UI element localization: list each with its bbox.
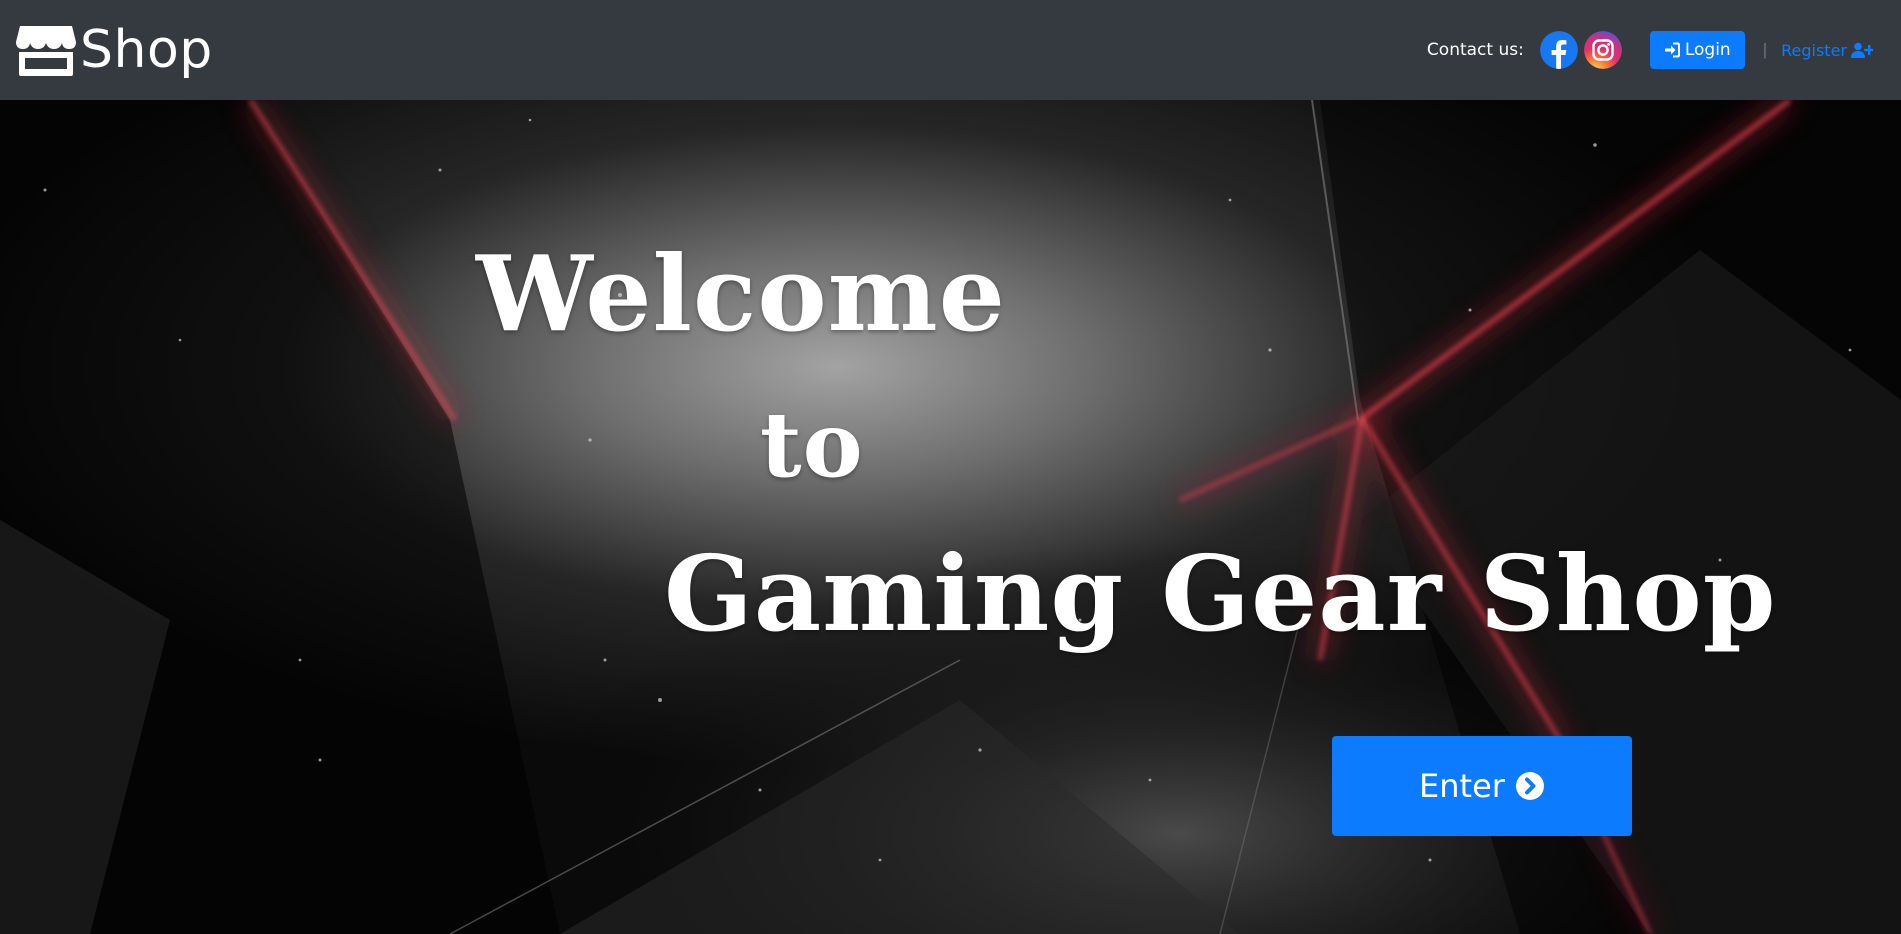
sign-in-icon bbox=[1664, 42, 1680, 58]
enter-label: Enter bbox=[1419, 767, 1505, 805]
chevron-circle-right-icon bbox=[1515, 772, 1544, 800]
headline-to: to bbox=[760, 392, 864, 498]
register-label: Register bbox=[1781, 40, 1847, 60]
headline-welcome: Welcome bbox=[476, 232, 1006, 355]
headline-shop-name: Gaming Gear Shop bbox=[664, 532, 1777, 655]
brand-text: Shop bbox=[80, 20, 213, 80]
brand-logo[interactable]: Shop bbox=[14, 22, 213, 78]
contact-label: Contact us: bbox=[1426, 40, 1524, 60]
login-label: Login bbox=[1684, 40, 1731, 60]
nav-actions: Contact us: Login | Register bbox=[1427, 0, 1873, 100]
enter-button[interactable]: Enter bbox=[1332, 736, 1632, 836]
login-button[interactable]: Login bbox=[1649, 31, 1745, 69]
storefront-icon bbox=[16, 26, 76, 76]
top-navbar: Shop Contact us: Login | Register bbox=[0, 0, 1901, 100]
hero-section: Welcome to Gaming Gear Shop Enter bbox=[0, 100, 1901, 934]
facebook-icon[interactable] bbox=[1539, 31, 1578, 69]
register-link[interactable]: Register bbox=[1781, 41, 1873, 60]
user-plus-icon bbox=[1851, 42, 1873, 58]
instagram-icon[interactable] bbox=[1583, 31, 1622, 69]
nav-separator: | bbox=[1762, 40, 1768, 59]
